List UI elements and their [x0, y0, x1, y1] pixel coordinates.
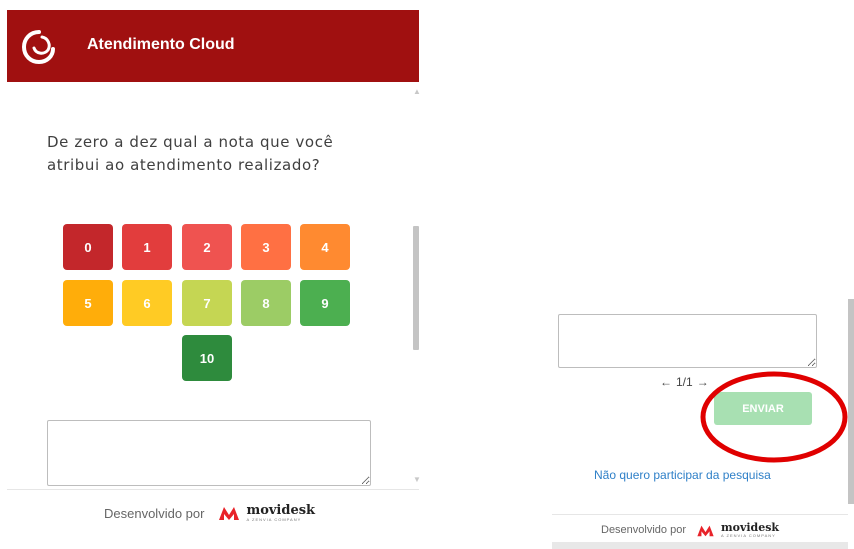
score-button-3[interactable]: 3	[241, 224, 291, 270]
footer-right: Desenvolvido por movidesk A ZENVIA COMPA…	[601, 520, 779, 540]
page-indicator: 1/1	[676, 375, 693, 389]
score-button-9[interactable]: 9	[300, 280, 350, 326]
score-button-1[interactable]: 1	[122, 224, 172, 270]
left-scrollbar-thumb[interactable]	[413, 226, 419, 350]
score-button-5[interactable]: 5	[63, 280, 113, 326]
swirl-logo-icon	[21, 30, 55, 65]
score-button-10[interactable]: 10	[182, 335, 232, 381]
score-button-8[interactable]: 8	[241, 280, 291, 326]
movidesk-logo-icon	[219, 507, 240, 520]
chat-header: Atendimento Cloud	[7, 10, 419, 82]
score-button-7[interactable]: 7	[182, 280, 232, 326]
survey-question: De zero a dez qual a nota que você atrib…	[47, 133, 334, 174]
developed-by-label-right: Desenvolvido por	[601, 524, 686, 536]
developed-by-label: Desenvolvido por	[104, 505, 205, 521]
score-button-6[interactable]: 6	[122, 280, 172, 326]
opt-out-link[interactable]: Não quero participar da pesquisa	[594, 468, 771, 482]
movidesk-brand-right: movidesk A ZENVIA COMPANY	[721, 520, 780, 538]
header-title: Atendimento Cloud	[87, 36, 235, 53]
highlight-annotation	[700, 371, 848, 463]
bottom-strip	[552, 542, 848, 549]
footer-divider-right	[552, 514, 848, 515]
scroll-up-icon[interactable]: ▲	[413, 88, 421, 96]
footer-left: Desenvolvido por movidesk A ZENVIA COMPA…	[104, 502, 315, 524]
right-scrollbar-thumb[interactable]	[848, 299, 854, 504]
arrow-left-icon[interactable]: ←	[660, 375, 672, 389]
score-button-4[interactable]: 4	[300, 224, 350, 270]
movidesk-logo-icon	[697, 525, 714, 536]
movidesk-brand: movidesk A ZENVIA COMPANY	[246, 502, 316, 522]
comment-field-right[interactable]	[558, 314, 817, 368]
scroll-down-icon[interactable]: ▼	[413, 476, 421, 484]
footer-divider	[7, 489, 419, 490]
comment-field-left[interactable]	[47, 420, 371, 486]
score-button-2[interactable]: 2	[182, 224, 232, 270]
score-button-0[interactable]: 0	[63, 224, 113, 270]
